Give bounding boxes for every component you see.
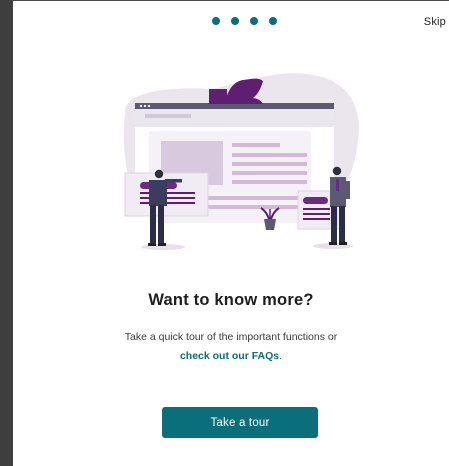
window-frame bbox=[0, 0, 13, 466]
faq-link[interactable]: check out our FAQs bbox=[180, 350, 279, 362]
description-text: Take a quick tour of the important funct… bbox=[124, 331, 338, 343]
description-period: . bbox=[279, 350, 283, 362]
onboarding-modal: Skip Want to know more? Take a quick tou… bbox=[13, 1, 449, 466]
take-tour-button[interactable]: Take a tour bbox=[162, 407, 318, 438]
headline: Want to know more? bbox=[148, 291, 314, 309]
onboarding-illustration bbox=[123, 73, 359, 250]
description: Take a quick tour of the important funct… bbox=[13, 328, 449, 366]
